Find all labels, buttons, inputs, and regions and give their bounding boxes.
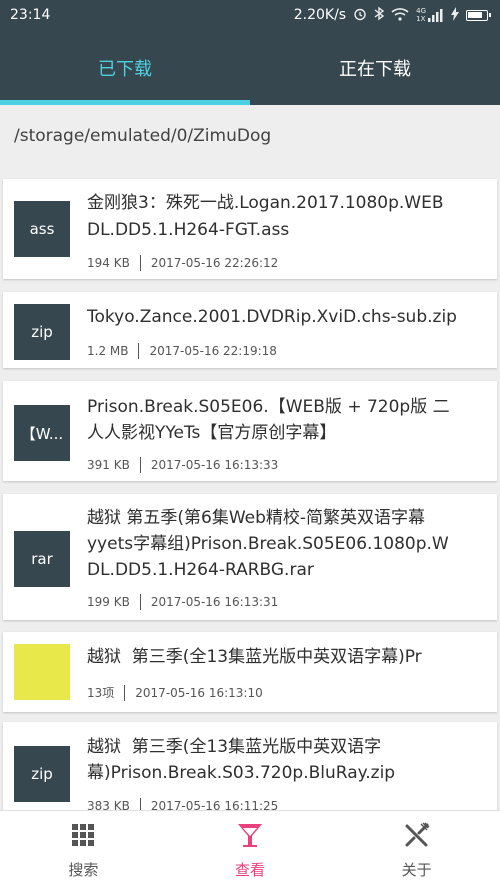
signal-icon: 4G 1X	[416, 7, 444, 23]
tab-downloading[interactable]: 正在下载	[250, 30, 500, 105]
wifi-icon	[391, 7, 409, 24]
network-speed: 2.20K/s	[293, 7, 347, 23]
file-date: 2017-05-16 16:13:33	[150, 458, 279, 472]
file-item[interactable]: rar 越狱 第五季(第6集Web精校-简繁英双语字幕 yyets字幕组)Pri…	[3, 494, 497, 620]
grid-icon	[69, 821, 97, 859]
file-name-line: yyets字幕组)Prison.Break.S05E06.1080p.W	[87, 534, 449, 554]
meta-divider	[138, 343, 140, 359]
file-name-line: 越狱 第五季(第6集Web精校-简繁英双语字幕	[87, 508, 426, 528]
file-date: 2017-05-16 16:13:31	[150, 595, 279, 609]
file-size: 391 KB	[87, 458, 130, 472]
nav-label: 搜索	[68, 860, 99, 879]
file-name-line: 越狱 第三季(全13集蓝光版中英双语字	[87, 737, 382, 757]
file-name-line: Prison.Break.S05E06.【WEB版 + 720p版 二	[87, 397, 450, 417]
file-meta: 194 KB 2017-05-16 22:26:12	[87, 255, 278, 271]
file-name-line: 越狱 第三季(全13集蓝光版中英双语字幕)Pr	[87, 647, 422, 667]
file-list[interactable]: ass 金刚狼3：殊死一战.Logan.2017.1080p.WEB DL.DD…	[0, 167, 500, 810]
file-meta: 1.2 MB 2017-05-16 22:19:18	[87, 343, 277, 359]
bottom-nav: 搜索 查看 关于	[0, 810, 500, 889]
nav-label: 查看	[235, 860, 266, 879]
bluetooth-icon	[374, 6, 385, 24]
file-item[interactable]: 【W... Prison.Break.S05E06.【WEB版 + 720p版 …	[3, 381, 497, 481]
file-item[interactable]: ass 金刚狼3：殊死一战.Logan.2017.1080p.WEB DL.DD…	[3, 179, 497, 279]
file-name-line: Tokyo.Zance.2001.DVDRip.XviD.chs-sub.zip	[87, 307, 457, 327]
nav-search[interactable]: 搜索	[0, 811, 167, 889]
network-label-bottom: 1X	[416, 15, 426, 23]
file-meta: 391 KB 2017-05-16 16:13:33	[87, 457, 278, 473]
tab-downloaded[interactable]: 已下载	[0, 30, 250, 105]
nav-about[interactable]: 关于	[333, 811, 500, 889]
meta-divider	[124, 684, 126, 701]
folder-icon	[14, 644, 70, 700]
tab-bar: 已下载 正在下载	[0, 30, 500, 105]
file-type-icon: ass	[14, 201, 70, 257]
file-type-icon: zip	[14, 746, 70, 802]
file-item[interactable]: zip Tokyo.Zance.2001.DVDRip.XviD.chs-sub…	[3, 292, 497, 368]
file-size: 194 KB	[87, 256, 130, 270]
file-name-line: 人人影视YYeTs【官方原创字幕】	[87, 423, 337, 443]
file-size: 383 KB	[87, 799, 130, 810]
file-meta: 13项 2017-05-16 16:13:10	[87, 684, 263, 701]
file-name-line: 金刚狼3：殊死一战.Logan.2017.1080p.WEB	[87, 193, 444, 213]
file-size: 199 KB	[87, 595, 130, 609]
meta-divider	[139, 255, 141, 271]
path-breadcrumb: /storage/emulated/0/ZimuDog	[0, 105, 500, 167]
meta-divider	[139, 798, 141, 810]
meta-divider	[139, 594, 141, 610]
file-date: 2017-05-16 16:11:25	[150, 799, 279, 810]
file-name-line: DL.DD5.1.H264-RARBG.rar	[87, 560, 314, 580]
network-label-top: 4G	[416, 7, 426, 15]
cocktail-glass-icon	[236, 821, 264, 859]
status-time: 23:14	[10, 7, 51, 23]
fork-knife-icon	[403, 821, 431, 859]
file-meta: 383 KB 2017-05-16 16:11:25	[87, 798, 278, 810]
battery-icon	[466, 9, 491, 21]
status-icons: 2.20K/s 4G 1X	[293, 6, 491, 24]
alarm-icon	[353, 7, 367, 24]
status-bar: 23:14 2.20K/s 4G 1X	[0, 0, 500, 30]
file-date: 2017-05-16 22:26:12	[150, 256, 279, 270]
file-type-icon: rar	[14, 531, 70, 587]
file-type-icon: 【W...	[14, 405, 70, 461]
file-size: 1.2 MB	[87, 344, 129, 358]
file-type-icon: zip	[14, 304, 70, 360]
file-name-line: DL.DD5.1.H264-FGT.ass	[87, 220, 290, 240]
file-item[interactable]: zip 越狱 第三季(全13集蓝光版中英双语字 幕)Prison.Break.S…	[3, 722, 497, 810]
meta-divider	[139, 457, 141, 473]
file-date: 2017-05-16 22:19:18	[149, 344, 277, 358]
charging-icon	[451, 6, 459, 24]
file-date: 2017-05-16 16:13:10	[135, 685, 263, 700]
file-meta: 199 KB 2017-05-16 16:13:31	[87, 594, 278, 610]
nav-view[interactable]: 查看	[167, 811, 334, 889]
file-name-line: 幕)Prison.Break.S03.720p.BluRay.zip	[87, 763, 396, 783]
nav-label: 关于	[401, 860, 432, 879]
item-count: 13项	[87, 686, 115, 700]
file-item[interactable]: 越狱 第三季(全13集蓝光版中英双语字幕)Pr 13项 2017-05-16 1…	[3, 632, 497, 712]
current-path: /storage/emulated/0/ZimuDog	[14, 126, 272, 146]
